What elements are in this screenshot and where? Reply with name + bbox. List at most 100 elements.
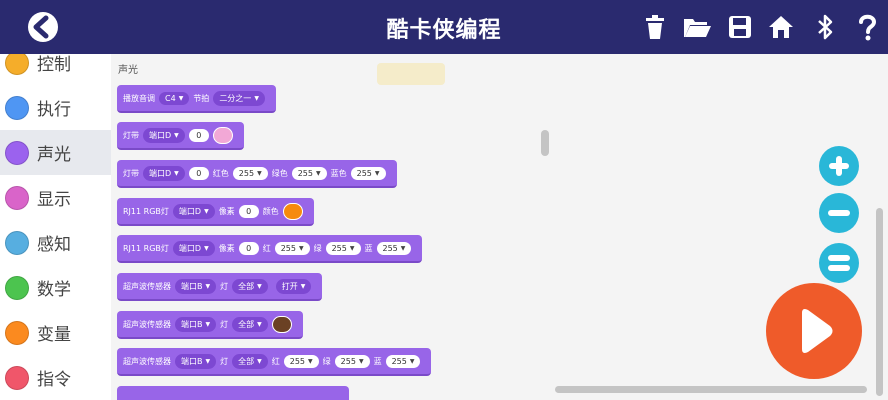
which-light-dropdown[interactable]: 全部 ▼	[232, 353, 268, 369]
pixel-input[interactable]: 0	[238, 204, 259, 218]
sidebar-item-math[interactable]: 数学	[0, 265, 111, 310]
green-dropdown[interactable]: 255 ▼	[291, 166, 327, 180]
workspace-horizontal-scrollbar[interactable]	[555, 386, 867, 393]
minus-icon	[828, 210, 850, 216]
sidebar-item-label: 执行	[37, 100, 71, 120]
chevron-down-icon: ▼	[298, 244, 304, 252]
home-icon[interactable]	[767, 13, 795, 41]
index-input[interactable]: 0	[188, 166, 209, 180]
pixel-input[interactable]: 0	[238, 241, 259, 255]
chevron-down-icon: ▼	[374, 169, 380, 177]
block-label: RJ11 RGB灯	[123, 243, 169, 253]
sidebar-item-variables[interactable]: 变量	[0, 310, 111, 355]
chevron-down-icon: ▼	[308, 357, 313, 365]
light-label: 灯	[220, 281, 229, 291]
category-dot-icon	[5, 230, 29, 255]
block-label: 灯带	[123, 168, 139, 178]
zoom-reset-button[interactable]	[819, 243, 859, 283]
green-dropdown[interactable]: 255 ▼	[325, 241, 361, 255]
blue-dropdown[interactable]: 255 ▼	[385, 354, 421, 368]
workspace-vertical-scrollbar[interactable]	[876, 208, 883, 396]
note-dropdown[interactable]: C4 ▼	[159, 91, 190, 105]
block-workspace[interactable]: 声光 播放音调 C4 ▼ 节拍 二分之一 ▼ 灯带 端口D ▼ 0 灯带 端口D ▼ 0…	[111, 54, 888, 400]
block-label: 灯带	[123, 130, 139, 140]
block-ultrasonic-light-switch[interactable]: 超声波传感器 端口B ▼ 灯 全部 ▼ 打开 ▼	[117, 273, 323, 301]
state-dropdown[interactable]: 打开 ▼	[275, 278, 312, 294]
index-input[interactable]: 0	[188, 128, 209, 142]
sidebar-item-sensing[interactable]: 感知	[0, 220, 111, 265]
color-swatch[interactable]	[212, 126, 233, 144]
port-value: 端口D	[149, 130, 172, 140]
port-dropdown[interactable]: 端口B ▼	[175, 278, 217, 294]
top-bar: 酷卡侠编程	[0, 0, 888, 54]
color-swatch[interactable]	[282, 202, 303, 220]
category-sidebar: 控制 执行 声光 显示 感知 数学 变量 指令	[0, 54, 111, 400]
beat-value: 二分之一	[219, 93, 252, 103]
chevron-down-icon: ▼	[205, 282, 211, 290]
port-value: 端口D	[149, 168, 172, 178]
sidebar-item-label: 变量	[37, 325, 71, 345]
sidebar-item-execute[interactable]: 执行	[0, 85, 111, 130]
beat-dropdown[interactable]: 二分之一 ▼	[213, 90, 265, 106]
port-dropdown[interactable]: 端口B ▼	[175, 353, 217, 369]
bluetooth-icon[interactable]	[811, 13, 839, 41]
block-partial[interactable]	[117, 386, 349, 400]
port-value: 端口B	[181, 356, 203, 366]
blue-dropdown[interactable]: 255 ▼	[350, 166, 386, 180]
category-dot-icon	[5, 95, 29, 120]
category-dot-icon	[5, 275, 29, 300]
category-dot-icon	[5, 320, 29, 345]
sidebar-item-display[interactable]: 显示	[0, 175, 111, 220]
save-icon[interactable]	[726, 13, 754, 41]
plus-icon	[829, 156, 849, 176]
sidebar-item-control[interactable]: 控制	[0, 54, 111, 85]
trash-icon[interactable]	[641, 13, 669, 41]
port-value: 端口B	[181, 319, 203, 329]
palette-scrollbar[interactable]	[541, 130, 549, 156]
sidebar-item-label: 感知	[37, 235, 71, 255]
block-rj11-rgb-values[interactable]: RJ11 RGB灯 端口D ▼ 像素 0 红 255 ▼ 绿 255 ▼ 蓝 255 ▼	[117, 235, 423, 263]
which-light-dropdown[interactable]: 全部 ▼	[232, 316, 268, 332]
block-rj11-rgb-color[interactable]: RJ11 RGB灯 端口D ▼ 像素 0 颜色	[117, 198, 314, 226]
blue-value: 255	[382, 243, 398, 253]
red-dropdown[interactable]: 255 ▼	[232, 166, 268, 180]
blue-label: 蓝	[364, 243, 373, 253]
block-play-tone[interactable]: 播放音调 C4 ▼ 节拍 二分之一 ▼	[117, 85, 276, 113]
block-ultrasonic-light-rgb[interactable]: 超声波传感器 端口B ▼ 灯 全部 ▼ 红 255 ▼ 绿 255 ▼ 蓝 255 ▼	[117, 348, 432, 376]
red-label: 红	[262, 243, 271, 253]
chevron-down-icon: ▼	[204, 207, 209, 215]
green-value: 255	[331, 243, 347, 253]
red-dropdown[interactable]: 255 ▼	[274, 241, 310, 255]
block-light-strip-color[interactable]: 灯带 端口D ▼ 0	[117, 122, 244, 150]
dragged-block-ghost	[377, 63, 445, 85]
chevron-down-icon: ▼	[315, 169, 321, 177]
port-dropdown[interactable]: 端口B ▼	[175, 316, 217, 332]
red-dropdown[interactable]: 255 ▼	[283, 354, 319, 368]
port-dropdown[interactable]: 端口D ▼	[172, 240, 215, 256]
sidebar-item-commands[interactable]: 指令	[0, 355, 111, 400]
chevron-down-icon: ▼	[174, 169, 179, 177]
which-light-dropdown[interactable]: 全部 ▼	[232, 278, 268, 294]
port-dropdown[interactable]: 端口D ▼	[143, 165, 185, 181]
color-swatch[interactable]	[271, 315, 292, 333]
chevron-down-icon: ▼	[205, 320, 211, 328]
app-title: 酷卡侠编程	[386, 18, 502, 43]
chevron-down-icon: ▼	[358, 357, 364, 365]
block-light-strip-rgb[interactable]: 灯带 端口D ▼ 0 红色 255 ▼ 绿色 255 ▼ 蓝色 255 ▼	[117, 160, 397, 188]
zoom-in-button[interactable]	[819, 146, 859, 186]
green-dropdown[interactable]: 255 ▼	[334, 354, 370, 368]
chevron-down-icon: ▼	[257, 169, 262, 177]
run-button[interactable]	[766, 283, 862, 379]
block-ultrasonic-light-color[interactable]: 超声波传感器 端口B ▼ 灯 全部 ▼	[117, 311, 303, 339]
blue-value: 255	[356, 168, 372, 178]
sidebar-item-sound-light[interactable]: 声光	[0, 130, 111, 175]
zoom-out-button[interactable]	[819, 193, 859, 233]
folder-open-icon[interactable]	[682, 13, 711, 41]
red-label: 红	[271, 356, 280, 366]
blue-dropdown[interactable]: 255 ▼	[376, 241, 412, 255]
light-label: 灯	[220, 319, 229, 329]
green-label: 绿色	[271, 168, 288, 178]
port-dropdown[interactable]: 端口D ▼	[143, 127, 185, 143]
port-dropdown[interactable]: 端口D ▼	[172, 203, 215, 219]
help-icon[interactable]	[853, 13, 881, 41]
